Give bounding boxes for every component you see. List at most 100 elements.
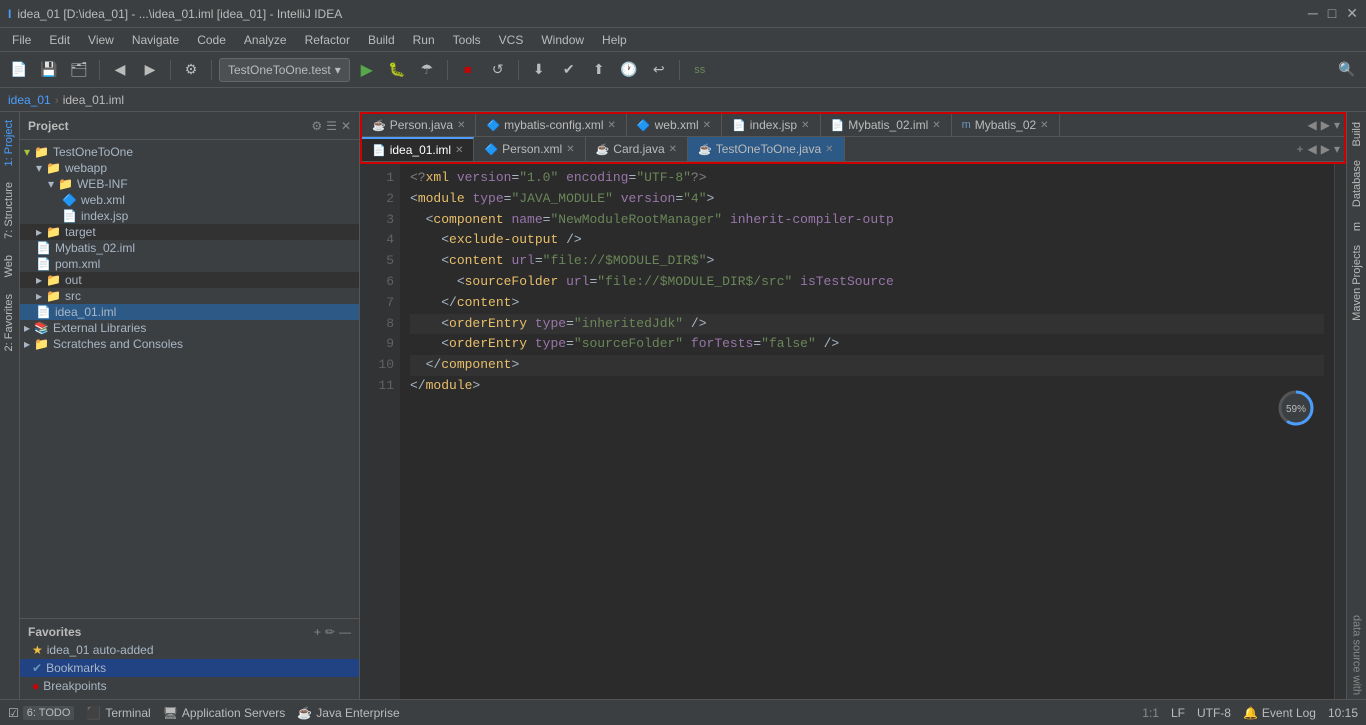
tab-close-person-xml[interactable]: ✕ [566,144,574,155]
fav-add-icon[interactable]: + [314,625,321,639]
m-panel-tab[interactable]: m [1349,216,1365,237]
tab-close-mybatis02-iml[interactable]: ✕ [932,120,940,131]
tree-item-src[interactable]: ▸ 📁 src [20,288,359,304]
tree-item-webxml[interactable]: 🔷 web.xml [20,192,359,208]
fav-item-idea01[interactable]: ★ idea_01 auto-added [20,641,359,659]
tree-item-pomxml[interactable]: 📄 pom.xml [20,256,359,272]
minimize-button[interactable]: ─ [1308,5,1318,22]
todo-button[interactable]: ☑ 6: TODO [8,706,74,720]
toolbar-save-all-btn[interactable]: 🗂 [66,57,92,83]
close-button[interactable]: ✕ [1346,5,1358,22]
menu-build[interactable]: Build [360,31,403,49]
toolbar-forward-btn[interactable]: ▶ [137,57,163,83]
search-everywhere-btn[interactable]: 🔍 [1334,57,1360,83]
terminal-btn[interactable]: ss [687,57,713,83]
toolbar-new-btn[interactable]: 📄 [6,57,32,83]
database-panel-tab[interactable]: Database [1349,154,1365,213]
tab-close-card-java[interactable]: ✕ [669,144,677,155]
tree-item-indexjsp[interactable]: 📄 index.jsp [20,208,359,224]
tab-mybatis02[interactable]: m Mybatis_02 ✕ [952,114,1060,136]
java-enterprise-button[interactable]: ☕ Java Enterprise [297,706,399,720]
menu-edit[interactable]: Edit [41,31,78,49]
tab-close-index-jsp[interactable]: ✕ [801,120,809,131]
settings-icon[interactable]: ☰ [326,119,337,133]
fav-item-breakpoints[interactable]: ● Breakpoints [20,677,359,695]
menu-vcs[interactable]: VCS [491,31,532,49]
tree-item-extlibs[interactable]: ▸ 📚 External Libraries [20,320,359,336]
tab-close-idea01-iml[interactable]: ✕ [455,145,463,156]
tab-idea01-iml[interactable]: 📄 idea_01.iml ✕ [362,137,474,161]
breadcrumb-project[interactable]: idea_01 [8,93,51,107]
tabs2-scroll-right[interactable]: ▶ [1321,142,1330,156]
stop-button[interactable]: ⏹ [455,57,481,83]
maven-panel-tab[interactable]: Maven Projects [1349,239,1365,327]
close-panel-icon[interactable]: ✕ [341,119,351,133]
build-panel-tab[interactable]: Build [1349,116,1365,152]
tree-item-scratches[interactable]: ▸ 📁 Scratches and Consoles [20,336,359,352]
tab-testonetoone-java[interactable]: ☕ TestOneToOne.java ✕ [688,137,845,161]
tab-person-java[interactable]: ☕ Person.java ✕ [362,114,476,136]
run-config-selector[interactable]: TestOneToOne.test ▾ [219,58,350,82]
menu-code[interactable]: Code [189,31,234,49]
fav-item-bookmarks[interactable]: ✔ Bookmarks [20,659,359,677]
tab-mybatis-config[interactable]: 🔷 mybatis-config.xml ✕ [476,114,626,136]
toolbar-back-btn[interactable]: ◀ [107,57,133,83]
fav-edit-icon[interactable]: ✏ [325,625,335,639]
web-tab[interactable]: Web [0,247,19,285]
maximize-button[interactable]: □ [1328,5,1336,22]
tabs2-scroll-left[interactable]: ◀ [1308,142,1317,156]
debug-button[interactable]: 🐛 [384,57,410,83]
structure-tab[interactable]: 7: Structure [0,174,19,247]
vcs-push[interactable]: ⬆ [586,57,612,83]
app-servers-button[interactable]: 🖥 Application Servers [163,706,286,720]
tabs-scroll-left[interactable]: ◀ [1308,118,1317,132]
fav-remove-icon[interactable]: — [339,625,351,639]
datasource-hint[interactable]: data source with [1349,611,1365,699]
menu-window[interactable]: Window [533,31,592,49]
tree-item-webinf[interactable]: ▾ 📁 WEB-INF [20,176,359,192]
tab-mybatis02-iml[interactable]: 📄 Mybatis_02.iml ✕ [821,114,952,136]
favorites-tab[interactable]: 2: Favorites [0,286,19,359]
tree-item-out[interactable]: ▸ 📁 out [20,272,359,288]
tab-close-mybatis02[interactable]: ✕ [1040,120,1048,131]
tab-close-person-java[interactable]: ✕ [457,120,465,131]
gear-icon[interactable]: ⚙ [311,119,322,133]
menu-run[interactable]: Run [405,31,443,49]
encoding-indicator[interactable]: UTF-8 [1197,706,1231,720]
line-ending-indicator[interactable]: LF [1171,706,1185,720]
code-editor[interactable]: 1 2 3 4 5 6 7 8 9 10 11 <?xml version="1… [360,164,1346,699]
tab-person-xml[interactable]: 🔷 Person.xml ✕ [474,137,585,161]
tab-close-web-xml[interactable]: ✕ [703,120,711,131]
tree-item-testonetoone[interactable]: ▾ 📁 TestOneToOne [20,144,359,160]
menu-file[interactable]: File [4,31,39,49]
menu-navigate[interactable]: Navigate [124,31,187,49]
vcs-revert[interactable]: ↩ [646,57,672,83]
toolbar-build-btn[interactable]: ⚙ [178,57,204,83]
restart-button[interactable]: ↺ [485,57,511,83]
vcs-update[interactable]: ⬇ [526,57,552,83]
menu-analyze[interactable]: Analyze [236,31,295,49]
menu-help[interactable]: Help [594,31,635,49]
menu-tools[interactable]: Tools [445,31,489,49]
tab-card-java[interactable]: ☕ Card.java ✕ [586,137,688,161]
tabs-scroll-right[interactable]: ▶ [1321,118,1330,132]
run-button[interactable]: ▶ [354,57,380,83]
tab-close-testonetoone-java[interactable]: ✕ [825,144,833,155]
tree-item-webapp[interactable]: ▾ 📁 webapp [20,160,359,176]
menu-view[interactable]: View [80,31,122,49]
tab-web-xml[interactable]: 🔷 web.xml ✕ [627,114,722,136]
vcs-history[interactable]: 🕐 [616,57,642,83]
tab-index-jsp[interactable]: 📄 index.jsp ✕ [722,114,820,136]
tabs2-menu[interactable]: ▾ [1334,142,1340,156]
menu-refactor[interactable]: Refactor [297,31,358,49]
tab-close-mybatis-config[interactable]: ✕ [608,120,616,131]
event-log-button[interactable]: 🔔 Event Log [1243,706,1316,720]
terminal-button[interactable]: ⬛ Terminal [86,706,150,720]
toolbar-save-btn[interactable]: 💾 [36,57,62,83]
code-content[interactable]: <?xml version="1.0" encoding="UTF-8"?> <… [400,164,1334,699]
tree-item-mybatis02iml[interactable]: 📄 Mybatis_02.iml [20,240,359,256]
tree-item-target[interactable]: ▸ 📁 target [20,224,359,240]
tabs2-add[interactable]: + [1296,142,1303,156]
breadcrumb-file[interactable]: idea_01.iml [63,93,124,107]
tabs-menu[interactable]: ▾ [1334,118,1340,132]
